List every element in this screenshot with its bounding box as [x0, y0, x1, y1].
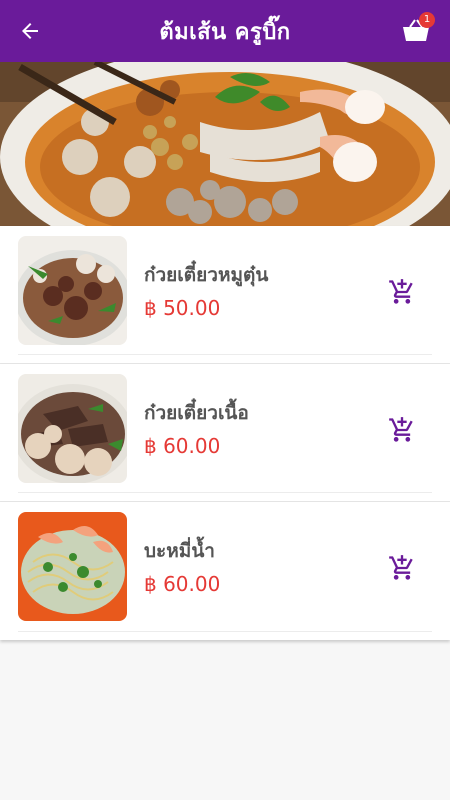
menu-item[interactable]: บะหมี่น้ำ ฿ 60.00 — [0, 502, 450, 640]
dish-name: บะหมี่น้ำ — [144, 540, 215, 562]
dish-photo — [18, 512, 127, 621]
add-to-cart-button[interactable] — [386, 414, 418, 446]
divider — [18, 354, 432, 355]
app-bar: ต้มเส้น ครูบิ๊ก 1 — [0, 0, 450, 62]
menu-item[interactable]: ก๋วยเตี๋ยวเนื้อ ฿ 60.00 — [0, 364, 450, 502]
menu-list: ก๋วยเตี๋ยวหมูตุ๋น ฿ 50.00 ก๋วยเตี๋ยวเนื้… — [0, 226, 450, 640]
dish-price: ฿ 60.00 — [144, 572, 221, 596]
add-to-cart-icon — [389, 279, 413, 304]
page-title: ต้มเส้น ครูบิ๊ก — [159, 19, 291, 45]
add-to-cart-icon — [389, 555, 413, 580]
divider — [18, 492, 432, 493]
hero-banner-image — [0, 62, 450, 226]
divider — [18, 631, 432, 632]
cart-count-badge: 1 — [419, 12, 435, 28]
add-to-cart-button[interactable] — [386, 552, 418, 584]
dish-price: ฿ 60.00 — [144, 434, 221, 458]
dish-photo — [18, 374, 127, 483]
cart-button[interactable]: 1 — [396, 12, 436, 50]
add-to-cart-button[interactable] — [386, 276, 418, 308]
menu-item[interactable]: ก๋วยเตี๋ยวหมูตุ๋น ฿ 50.00 — [0, 226, 450, 364]
add-to-cart-icon — [389, 417, 413, 442]
back-button[interactable] — [12, 13, 48, 49]
dish-price: ฿ 50.00 — [144, 296, 221, 320]
dish-photo — [18, 236, 127, 345]
arrow-left-icon — [22, 23, 38, 39]
dish-name: ก๋วยเตี๋ยวหมูตุ๋น — [144, 264, 269, 286]
dish-name: ก๋วยเตี๋ยวเนื้อ — [144, 402, 249, 424]
